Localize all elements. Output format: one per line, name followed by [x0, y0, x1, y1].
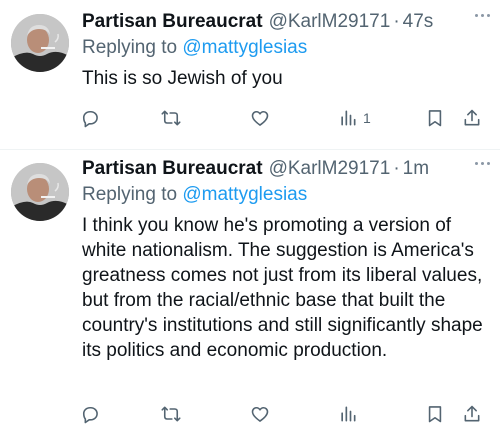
mention-link[interactable]: @mattyglesias [182, 184, 307, 205]
bookmark-button[interactable] [425, 105, 445, 131]
reply-icon [82, 406, 98, 424]
like-icon [251, 110, 269, 126]
reply-button[interactable] [80, 105, 100, 131]
share-icon [464, 405, 480, 422]
replying-to: Replying to @mattyglesias [82, 36, 486, 60]
author-handle[interactable]: @KarlM29171 [269, 157, 391, 181]
tweet[interactable]: Partisan Bureaucrat @KarlM29171 · 1m Rep… [0, 150, 500, 439]
tweet[interactable]: Partisan Bureaucrat @KarlM29171 · 47s Re… [0, 0, 500, 150]
like-button[interactable] [250, 401, 270, 427]
avatar[interactable] [11, 163, 69, 221]
author-name[interactable]: Partisan Bureaucrat [82, 10, 263, 34]
share-icon [464, 109, 480, 126]
like-icon [251, 406, 269, 422]
tweet-text: I think you know he's promoting a versio… [82, 215, 483, 361]
retweet-button[interactable] [161, 105, 181, 131]
views-button[interactable]: 1 [338, 105, 371, 131]
tweet-text: This is so Jewish of you [82, 68, 283, 89]
timestamp[interactable]: 47s [403, 10, 434, 34]
share-button[interactable] [462, 105, 482, 131]
action-bar: 1 [80, 105, 486, 131]
author-handle[interactable]: @KarlM29171 [269, 10, 391, 34]
retweet-icon [161, 406, 181, 422]
like-button[interactable] [250, 105, 270, 131]
action-bar [80, 401, 486, 427]
separator-dot: · [393, 11, 400, 32]
views-icon [341, 110, 356, 126]
author-name[interactable]: Partisan Bureaucrat [82, 157, 263, 181]
avatar[interactable] [11, 14, 69, 72]
tweet-content: Partisan Bureaucrat @KarlM29171 · 47s Re… [82, 10, 486, 91]
mention-link[interactable]: @mattyglesias [182, 37, 307, 58]
timestamp[interactable]: 1m [403, 157, 429, 181]
bookmark-button[interactable] [425, 401, 445, 427]
separator-dot: · [393, 158, 400, 179]
replying-to: Replying to @mattyglesias [82, 183, 486, 207]
share-button[interactable] [462, 401, 482, 427]
reply-button[interactable] [80, 401, 100, 427]
retweet-icon [161, 110, 181, 126]
views-count: 1 [363, 110, 371, 126]
replying-prefix: Replying to [82, 184, 183, 205]
bookmark-icon [428, 110, 442, 127]
bookmark-icon [428, 406, 442, 423]
views-icon [341, 406, 356, 422]
reply-icon [82, 110, 98, 128]
tweet-header: Partisan Bureaucrat @KarlM29171 · 1m [82, 157, 486, 181]
tweet-header: Partisan Bureaucrat @KarlM29171 · 47s [82, 10, 486, 34]
replying-prefix: Replying to [82, 37, 183, 58]
views-button[interactable] [338, 401, 363, 427]
tweet-content: Partisan Bureaucrat @KarlM29171 · 1m Rep… [82, 157, 486, 363]
retweet-button[interactable] [161, 401, 181, 427]
